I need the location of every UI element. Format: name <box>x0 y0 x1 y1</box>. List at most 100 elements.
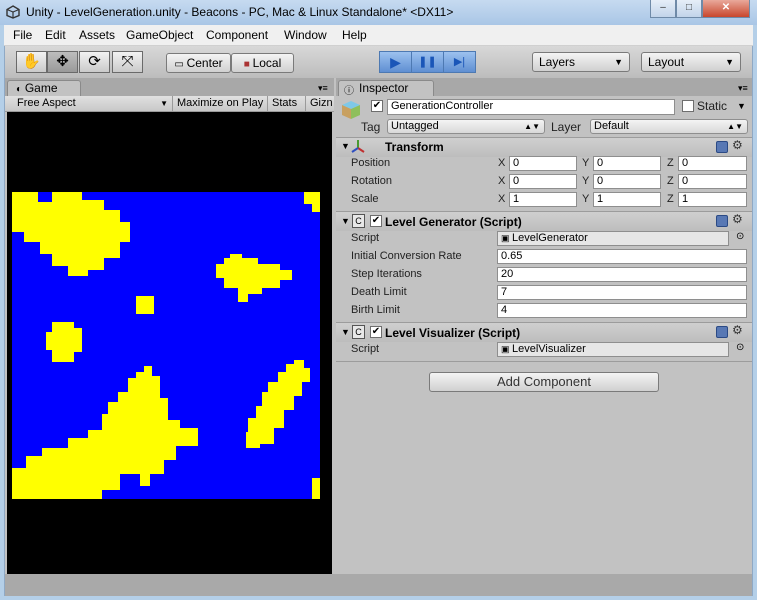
axis-y-label: Y <box>582 193 590 205</box>
generator-script-value: LevelGenerator <box>512 232 588 244</box>
position-z-field[interactable]: 0 <box>678 156 747 171</box>
step-iterations-label: Step Iterations <box>351 268 422 280</box>
game-icon: ◐ <box>16 84 25 95</box>
script-file-icon: ▣ <box>501 344 510 354</box>
scale-label: Scale <box>351 193 379 205</box>
gear-icon[interactable]: ⚙ <box>732 212 743 226</box>
cave-map <box>12 192 320 499</box>
help-book-icon[interactable] <box>716 215 728 227</box>
transform-axes-icon <box>351 140 365 153</box>
move-tool-icon[interactable]: ✥ <box>47 51 78 73</box>
tag-value: Untagged <box>391 120 439 132</box>
menu-assets[interactable]: Assets <box>79 28 115 42</box>
layers-dropdown[interactable]: Layers ▼ <box>532 52 630 72</box>
rotation-y-field[interactable]: 0 <box>593 174 661 189</box>
static-label: Static <box>697 99 728 113</box>
step-button[interactable]: ▶| <box>443 51 476 73</box>
pivot-local-button[interactable]: ■ Local <box>231 53 294 73</box>
menu-file[interactable]: File <box>13 28 32 42</box>
object-picker-icon[interactable]: ⊙ <box>736 342 744 353</box>
layout-label: Layout <box>648 55 685 69</box>
axis-x-label: X <box>498 175 506 187</box>
pivot-label: Center <box>186 56 223 70</box>
static-checkbox[interactable] <box>682 100 694 112</box>
rotation-x-field[interactable]: 0 <box>509 174 577 189</box>
active-checkbox[interactable]: ✔ <box>371 100 383 112</box>
menu-help[interactable]: Help <box>342 28 367 42</box>
gizmos-toggle[interactable]: Gizn <box>306 96 334 112</box>
minimize-button[interactable]: – <box>650 0 676 18</box>
pause-button[interactable]: ❚❚ <box>411 51 444 73</box>
aspect-dropdown[interactable]: Free Aspect ▼ <box>13 96 173 112</box>
close-button[interactable]: ✕ <box>702 0 750 18</box>
transform-title: Transform <box>385 140 444 154</box>
dropdown-arrow-icon: ▼ <box>725 57 734 67</box>
axis-x-label: X <box>498 157 506 169</box>
add-component-button[interactable]: Add Component <box>429 372 659 392</box>
tab-game[interactable]: ◐ Game <box>7 80 81 96</box>
axis-x-label: X <box>498 193 506 205</box>
pivot-center-button[interactable]: ▭ Center <box>166 53 231 73</box>
stats-toggle[interactable]: Stats <box>268 96 306 112</box>
generator-script-field[interactable]: ▣ LevelGenerator <box>497 231 729 246</box>
menu-edit[interactable]: Edit <box>45 28 66 42</box>
unity-logo-icon <box>6 5 20 19</box>
status-bar <box>5 574 752 596</box>
local-label: Local <box>252 56 282 70</box>
object-name-field[interactable]: GenerationController <box>387 99 675 115</box>
initial-conversion-rate-field[interactable]: 0.65 <box>497 249 747 264</box>
pivot-icon: ▭ <box>174 59 187 70</box>
gear-icon[interactable]: ⚙ <box>732 138 743 152</box>
death-limit-label: Death Limit <box>351 286 407 298</box>
panel-menu-icon[interactable]: ▾≡ <box>738 83 748 94</box>
tag-dropdown[interactable]: Untagged ▲▼ <box>387 119 545 134</box>
level-visualizer-enabled-checkbox[interactable]: ✔ <box>370 326 382 338</box>
generator-script-label: Script <box>351 232 380 244</box>
scale-z-field[interactable]: 1 <box>678 192 747 207</box>
foldout-arrow-icon[interactable]: ▼ <box>341 141 350 151</box>
scale-y-field[interactable]: 1 <box>593 192 661 207</box>
scale-x-field[interactable]: 1 <box>509 192 577 207</box>
window-title: Unity - LevelGeneration.unity - Beacons … <box>26 5 454 19</box>
help-book-icon[interactable] <box>716 326 728 338</box>
axis-z-label: Z <box>667 175 674 187</box>
scale-tool-icon[interactable]: ⤧ <box>112 51 143 73</box>
level-generator-enabled-checkbox[interactable]: ✔ <box>370 215 382 227</box>
maximize-on-play-toggle[interactable]: Maximize on Play <box>173 96 268 112</box>
hand-tool-icon[interactable]: ✋ <box>16 51 47 73</box>
foldout-arrow-icon[interactable]: ▼ <box>341 327 350 337</box>
menu-bar <box>4 25 753 46</box>
dropdown-arrow-icon: ▲▼ <box>524 122 540 131</box>
panel-menu-icon[interactable]: ▾≡ <box>318 83 328 94</box>
position-y-field[interactable]: 0 <box>593 156 661 171</box>
play-button[interactable]: ▶ <box>379 51 412 73</box>
visualizer-script-field[interactable]: ▣ LevelVisualizer <box>497 342 729 357</box>
rotate-tool-icon[interactable]: ⟳ <box>79 51 110 73</box>
menu-window[interactable]: Window <box>284 28 327 42</box>
script-file-icon: C <box>352 214 365 228</box>
dropdown-arrow-icon: ▼ <box>160 99 168 108</box>
layers-label: Layers <box>539 55 576 69</box>
layer-label: Layer <box>551 120 582 134</box>
menu-gameobject[interactable]: GameObject <box>126 28 193 42</box>
axis-y-label: Y <box>582 157 590 169</box>
visualizer-script-label: Script <box>351 343 380 355</box>
layout-dropdown[interactable]: Layout ▼ <box>641 52 741 72</box>
position-x-field[interactable]: 0 <box>509 156 577 171</box>
foldout-arrow-icon[interactable]: ▼ <box>341 216 350 226</box>
step-iterations-field[interactable]: 20 <box>497 267 747 282</box>
death-limit-field[interactable]: 7 <box>497 285 747 300</box>
help-book-icon[interactable] <box>716 141 728 153</box>
birth-limit-label: Birth Limit <box>351 304 400 316</box>
layer-value: Default <box>594 120 629 132</box>
rotation-z-field[interactable]: 0 <box>678 174 747 189</box>
birth-limit-field[interactable]: 4 <box>497 303 747 318</box>
object-picker-icon[interactable]: ⊙ <box>736 231 744 242</box>
layer-dropdown[interactable]: Default ▲▼ <box>590 119 748 134</box>
gear-icon[interactable]: ⚙ <box>732 323 743 337</box>
visualizer-script-value: LevelVisualizer <box>512 343 586 355</box>
static-dropdown-arrow-icon[interactable]: ▼ <box>737 101 746 111</box>
menu-component[interactable]: Component <box>206 28 268 42</box>
initial-conversion-rate-label: Initial Conversion Rate <box>351 250 462 262</box>
maximize-button[interactable]: □ <box>676 0 702 18</box>
